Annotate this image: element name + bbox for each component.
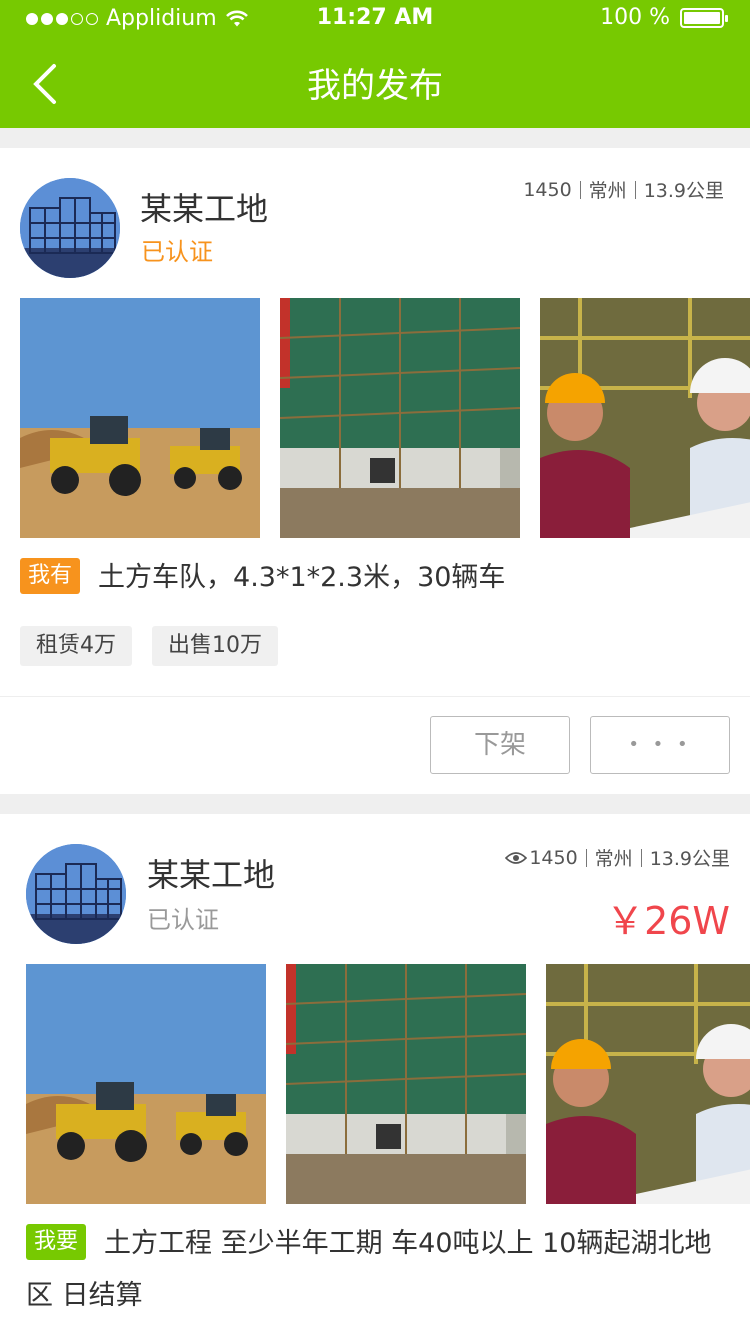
price-tags: 租赁4万 出售10万 — [20, 626, 278, 666]
takedown-button[interactable]: 下架 — [430, 716, 570, 774]
tag-sale: 出售10万 — [152, 626, 278, 666]
post-title-row: 我有 土方车队，4.3*1*2.3米，30辆车 — [20, 552, 730, 604]
photo-loaders[interactable] — [26, 964, 266, 1204]
distance: 13.9公里 — [649, 848, 730, 870]
photo-loaders[interactable] — [20, 298, 260, 538]
post-title: 土方车队，4.3*1*2.3米，30辆车 — [98, 562, 506, 593]
more-button[interactable]: • • • — [590, 716, 730, 774]
distance: 13.9公里 — [643, 180, 724, 202]
battery-icon — [680, 7, 728, 28]
view-count: 1450 — [529, 846, 578, 869]
divider — [0, 696, 750, 697]
have-badge: 我有 — [20, 557, 81, 594]
photo-engineers[interactable] — [540, 298, 750, 538]
city: 常州 — [594, 848, 633, 870]
verified-label: 已认证 — [141, 238, 213, 266]
battery-group: 100 % — [600, 5, 728, 30]
status-bar: Applidium 11:27 AM 100 % — [0, 0, 750, 38]
photo-scaffolding[interactable] — [286, 964, 526, 1204]
tag-rent: 租赁4万 — [20, 626, 132, 666]
post-title: 土方工程 至少半年工期 车40吨以上 10辆起湖北地区 日结算 — [26, 1228, 712, 1311]
post-title-row: 我要 土方工程 至少半年工期 车40吨以上 10辆起湖北地区 日结算 — [26, 1218, 730, 1322]
page-title: 我的发布 — [307, 66, 443, 106]
battery-percent: 100 % — [600, 5, 670, 30]
photo-strip[interactable] — [20, 298, 750, 538]
site-name: 某某工地 — [147, 856, 276, 894]
post-card[interactable]: 某某工地 已认证 1450 常州 13.9公里 ￥26W 我要 土方工程 至少半… — [0, 814, 750, 1344]
photo-strip[interactable] — [26, 964, 750, 1204]
view-count: 1450 — [523, 178, 572, 201]
eye-icon — [505, 851, 528, 864]
avatar — [20, 178, 120, 278]
photo-scaffolding[interactable] — [280, 298, 520, 538]
avatar — [26, 844, 126, 944]
want-badge: 我要 — [26, 1223, 87, 1260]
city: 常州 — [588, 180, 627, 202]
verified-label: 已认证 — [147, 906, 219, 934]
site-name: 某某工地 — [140, 190, 269, 228]
photo-engineers[interactable] — [546, 964, 750, 1204]
top-bar: Applidium 11:27 AM 100 % 我的发布 — [0, 0, 750, 128]
post-meta: 1450 常州 13.9公里 — [523, 176, 724, 203]
post-meta: 1450 常州 13.9公里 — [505, 844, 730, 871]
post-card[interactable]: 某某工地 已认证 1450 常州 13.9公里 我有 土方车队，4.3*1*2.… — [0, 148, 750, 794]
price: ￥26W — [606, 899, 730, 943]
